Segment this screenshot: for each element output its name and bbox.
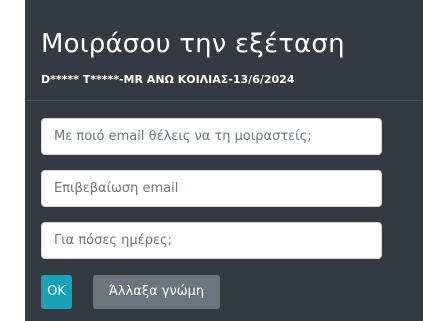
exam-name: D***** T*****-MR ΑΝΩ ΚΟΙΛΙΑΣ-13/6/2024 <box>41 73 295 86</box>
share-email-input[interactable] <box>41 118 382 155</box>
share-days-input[interactable] <box>41 222 382 259</box>
confirm-email-input[interactable] <box>41 170 382 207</box>
ok-button[interactable]: OK <box>41 275 72 309</box>
cancel-button[interactable]: Άλλαξα γνώμη <box>93 275 220 309</box>
modal-header: Μοιράσου την εξέταση D***** T*****-MR ΑΝ… <box>25 0 423 101</box>
modal-title: Μοιράσου την εξέταση <box>41 29 345 59</box>
share-exam-modal: Μοιράσου την εξέταση D***** T*****-MR ΑΝ… <box>25 0 423 321</box>
